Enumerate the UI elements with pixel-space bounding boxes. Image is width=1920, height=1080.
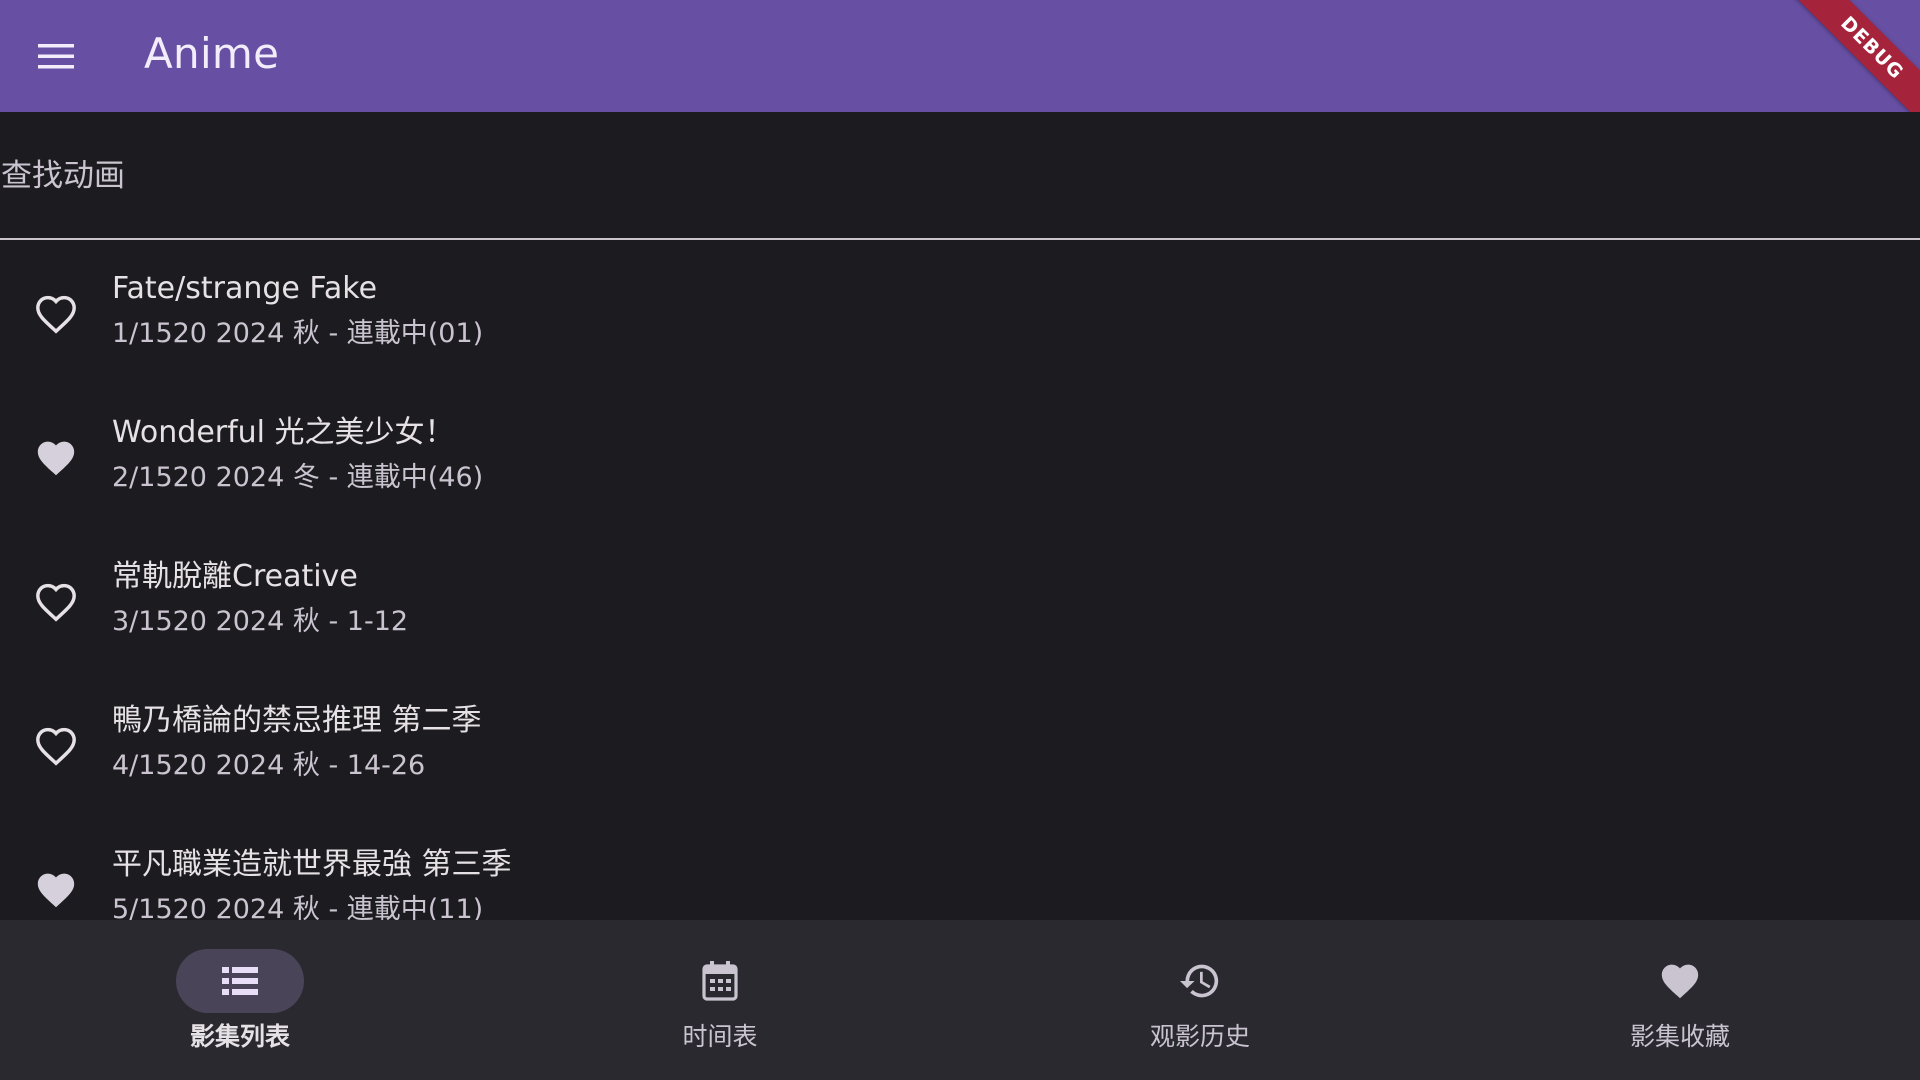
anime-subtitle: 3/1520 2024 秋 - 1-12 — [112, 606, 409, 637]
anime-subtitle: 1/1520 2024 秋 - 連載中(01) — [112, 318, 484, 349]
bottom-navigation: 影集列表 时间表 观影历史 影集收藏 — [0, 920, 1920, 1080]
search-field[interactable]: 查找动画 — [0, 112, 1920, 240]
favorite-toggle[interactable] — [28, 286, 84, 342]
nav-icon-container — [1136, 949, 1264, 1013]
anime-subtitle: 4/1520 2024 秋 - 14-26 — [112, 750, 426, 781]
debug-banner: DEBUG — [1781, 0, 1920, 112]
heart-icon — [1658, 961, 1702, 1001]
heart-filled-icon — [34, 870, 78, 910]
nav-label: 影集收藏 — [1629, 1022, 1730, 1051]
list-item[interactable]: Fate/strange Fake 1/1520 2024 秋 - 連載中(01… — [0, 242, 1920, 386]
anime-title: 平凡職業造就世界最強 第三季 — [112, 847, 512, 882]
history-icon — [1178, 961, 1222, 1001]
menu-icon — [36, 40, 76, 72]
heart-filled-icon — [34, 438, 78, 478]
calendar-icon — [701, 960, 739, 1002]
nav-label: 时间表 — [682, 1022, 758, 1051]
anime-title: 常軌脫離Creative — [112, 559, 358, 594]
app-bar: Anime DEBUG — [0, 0, 1920, 112]
favorite-toggle[interactable] — [28, 718, 84, 774]
nav-active-indicator — [176, 949, 304, 1013]
list-icon — [220, 964, 260, 998]
anime-title: 鴨乃橋論的禁忌推理 第二季 — [112, 703, 482, 738]
list-item[interactable]: 平凡職業造就世界最強 第三季 5/1520 2024 秋 - 連載中(11) — [0, 818, 1920, 920]
nav-icon-container — [1616, 949, 1744, 1013]
menu-button[interactable] — [27, 30, 85, 82]
nav-item-schedule[interactable]: 时间表 — [480, 920, 960, 1080]
app-root: Anime DEBUG 查找动画 Fate/strange Fake 1/152… — [0, 0, 1920, 1080]
app-title: Anime — [144, 29, 280, 78]
nav-item-favorites[interactable]: 影集收藏 — [1440, 920, 1920, 1080]
nav-label: 观影历史 — [1149, 1022, 1250, 1051]
anime-subtitle: 2/1520 2024 冬 - 連載中(46) — [112, 462, 484, 493]
anime-title: Fate/strange Fake — [112, 271, 378, 306]
heart-outline-icon — [34, 294, 78, 334]
anime-title: Wonderful 光之美少女！ — [112, 415, 455, 450]
favorite-toggle[interactable] — [28, 574, 84, 630]
list-item[interactable]: 常軌脫離Creative 3/1520 2024 秋 - 1-12 — [0, 530, 1920, 674]
favorite-toggle[interactable] — [28, 862, 84, 918]
list-item[interactable]: 鴨乃橋論的禁忌推理 第二季 4/1520 2024 秋 - 14-26 — [0, 674, 1920, 818]
nav-label: 影集列表 — [189, 1022, 290, 1051]
nav-item-history[interactable]: 观影历史 — [960, 920, 1440, 1080]
search-label: 查找动画 — [1, 158, 125, 194]
favorite-toggle[interactable] — [28, 430, 84, 486]
anime-subtitle: 5/1520 2024 秋 - 連載中(11) — [112, 894, 484, 920]
nav-item-series-list[interactable]: 影集列表 — [0, 920, 480, 1080]
list-item[interactable]: Wonderful 光之美少女！ 2/1520 2024 冬 - 連載中(46) — [0, 386, 1920, 530]
nav-icon-container — [656, 949, 784, 1013]
anime-list[interactable]: Fate/strange Fake 1/1520 2024 秋 - 連載中(01… — [0, 242, 1920, 920]
heart-outline-icon — [34, 726, 78, 766]
heart-outline-icon — [34, 582, 78, 622]
